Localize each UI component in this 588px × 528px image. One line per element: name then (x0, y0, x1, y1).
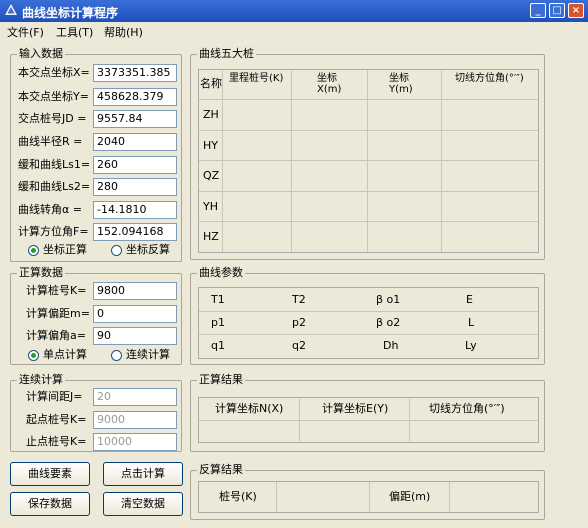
input-label: 本交点坐标X= (18, 66, 90, 79)
end-station-input[interactable]: 10000 (93, 433, 177, 451)
curve-elements-button[interactable]: 曲线要素 (10, 462, 90, 486)
forward-calc-radio[interactable] (28, 245, 39, 256)
interval-input[interactable]: 20 (93, 388, 177, 406)
input-label: 本交点坐标Y= (18, 90, 89, 103)
reverse-result-table: 桩号(K) 偏距(m) (198, 481, 539, 513)
forward-data-title: 正算数据 (17, 266, 65, 280)
param-label: q1 (211, 339, 225, 352)
table-header: 坐标Y(m) (389, 73, 413, 95)
azimuth-input[interactable]: 152.094168 (93, 223, 177, 241)
table-header: 计算坐标E(Y) (322, 402, 389, 415)
input-label: 交点桩号JD = (18, 112, 87, 125)
window-title: 曲线坐标计算程序 (22, 6, 119, 20)
continuous-label: 起点桩号K= (26, 413, 87, 426)
input-data-group: 输入数据 本交点坐标X= 3373351.385 本交点坐标Y= 458628.… (10, 47, 182, 262)
input-label: 曲线转角α = (18, 203, 82, 216)
reverse-result-group: 反算结果 桩号(K) 偏距(m) (190, 463, 545, 520)
forward-label: 计算偏距m= (26, 307, 90, 320)
input-data-title: 输入数据 (17, 47, 65, 61)
continuous-label: 计算间距J= (26, 390, 83, 403)
curve-params-table: T1 T2 β o1 E p1 p2 β o2 L q1 q2 Dh Ly (198, 287, 539, 359)
param-label: T1 (211, 293, 225, 306)
reverse-calc-radio[interactable] (111, 245, 122, 256)
menu-help[interactable]: 帮助(H) (104, 24, 143, 40)
ls2-input[interactable]: 280 (93, 178, 177, 196)
forward-calc-label: 坐标正算 (43, 243, 87, 256)
jd-station-input[interactable]: 9557.84 (93, 110, 177, 128)
param-label: L (468, 316, 475, 329)
close-button[interactable]: × (568, 3, 584, 18)
continuous-calc-label: 连续计算 (126, 348, 170, 361)
menu-file[interactable]: 文件(F) (7, 24, 44, 40)
param-label: q2 (292, 339, 306, 352)
continuous-calc-radio[interactable] (111, 350, 122, 361)
param-label: E (466, 293, 473, 306)
jd-y-input[interactable]: 458628.379 (93, 88, 177, 106)
menu-bar: 文件(F) 工具(T) 帮助(H) (0, 22, 588, 40)
input-label: 缓和曲线Ls1= (18, 158, 91, 171)
table-header: 里程桩号(K) (229, 73, 284, 84)
row-label: QZ (203, 169, 220, 182)
jd-x-input[interactable]: 3373351.385 (93, 64, 177, 82)
five-stakes-group: 曲线五大桩 名称 里程桩号(K) 坐标X(m) 坐标Y(m) 切线方位角(°′″… (190, 47, 545, 260)
forward-label: 计算偏角a= (26, 329, 86, 342)
app-icon (5, 4, 17, 15)
reverse-result-title: 反算结果 (197, 463, 245, 477)
minimize-button[interactable]: _ (530, 3, 546, 18)
row-label: YH (203, 200, 218, 213)
save-data-button[interactable]: 保存数据 (10, 492, 90, 516)
single-point-radio[interactable] (28, 350, 39, 361)
curve-params-title: 曲线参数 (197, 266, 245, 280)
row-label: HY (203, 139, 218, 152)
table-header: 偏距(m) (389, 490, 431, 503)
forward-data-group: 正算数据 计算桩号K= 9800 计算偏距m= 0 计算偏角a= 90 单点计算… (10, 266, 182, 365)
ls1-input[interactable]: 260 (93, 156, 177, 174)
reverse-calc-label: 坐标反算 (126, 243, 170, 256)
row-label: ZH (203, 108, 219, 121)
offset-m-input[interactable]: 0 (93, 305, 177, 323)
five-stakes-table: 名称 里程桩号(K) 坐标X(m) 坐标Y(m) 切线方位角(°′″) ZH H… (198, 69, 539, 253)
forward-result-title: 正算结果 (197, 373, 245, 387)
maximize-button[interactable]: □ (549, 3, 565, 18)
five-stakes-title: 曲线五大桩 (197, 47, 256, 61)
offset-angle-input[interactable]: 90 (93, 327, 177, 345)
param-label: p2 (292, 316, 306, 329)
param-label: β o2 (376, 316, 401, 329)
start-station-input[interactable]: 9000 (93, 411, 177, 429)
table-header: 切线方位角(°′″) (455, 73, 524, 84)
table-header: 桩号(K) (219, 490, 257, 503)
station-k-input[interactable]: 9800 (93, 282, 177, 300)
param-label: Dh (383, 339, 399, 352)
param-label: Ly (465, 339, 477, 352)
continuous-title: 连续计算 (17, 373, 65, 387)
radius-input[interactable]: 2040 (93, 133, 177, 151)
table-header: 计算坐标N(X) (215, 402, 284, 415)
table-header: 名称 (200, 77, 222, 90)
forward-label: 计算桩号K= (26, 284, 87, 297)
param-label: T2 (292, 293, 306, 306)
param-label: β o1 (376, 293, 401, 306)
continuous-group: 连续计算 计算间距J= 20 起点桩号K= 9000 止点桩号K= 10000 (10, 373, 182, 452)
calculate-button[interactable]: 点击计算 (103, 462, 183, 486)
input-label: 曲线半径R = (18, 135, 83, 148)
curve-params-group: 曲线参数 T1 T2 β o1 E p1 p2 β o2 L q1 q2 Dh … (190, 266, 545, 365)
forward-result-table: 计算坐标N(X) 计算坐标E(Y) 切线方位角(°′″) (198, 397, 539, 443)
param-label: p1 (211, 316, 225, 329)
continuous-label: 止点桩号K= (26, 435, 87, 448)
single-point-label: 单点计算 (43, 348, 87, 361)
table-header: 切线方位角(°′″) (429, 402, 505, 415)
menu-tools[interactable]: 工具(T) (56, 24, 93, 40)
title-bar: 曲线坐标计算程序 _ □ × (0, 0, 588, 22)
clear-data-button[interactable]: 清空数据 (103, 492, 183, 516)
input-label: 计算方位角F= (18, 225, 89, 238)
table-header: 坐标X(m) (317, 73, 342, 95)
input-label: 缓和曲线Ls2= (18, 180, 91, 193)
row-label: HZ (203, 230, 219, 243)
forward-result-group: 正算结果 计算坐标N(X) 计算坐标E(Y) 切线方位角(°′″) (190, 373, 545, 452)
deflection-angle-input[interactable]: -14.1810 (93, 201, 177, 219)
